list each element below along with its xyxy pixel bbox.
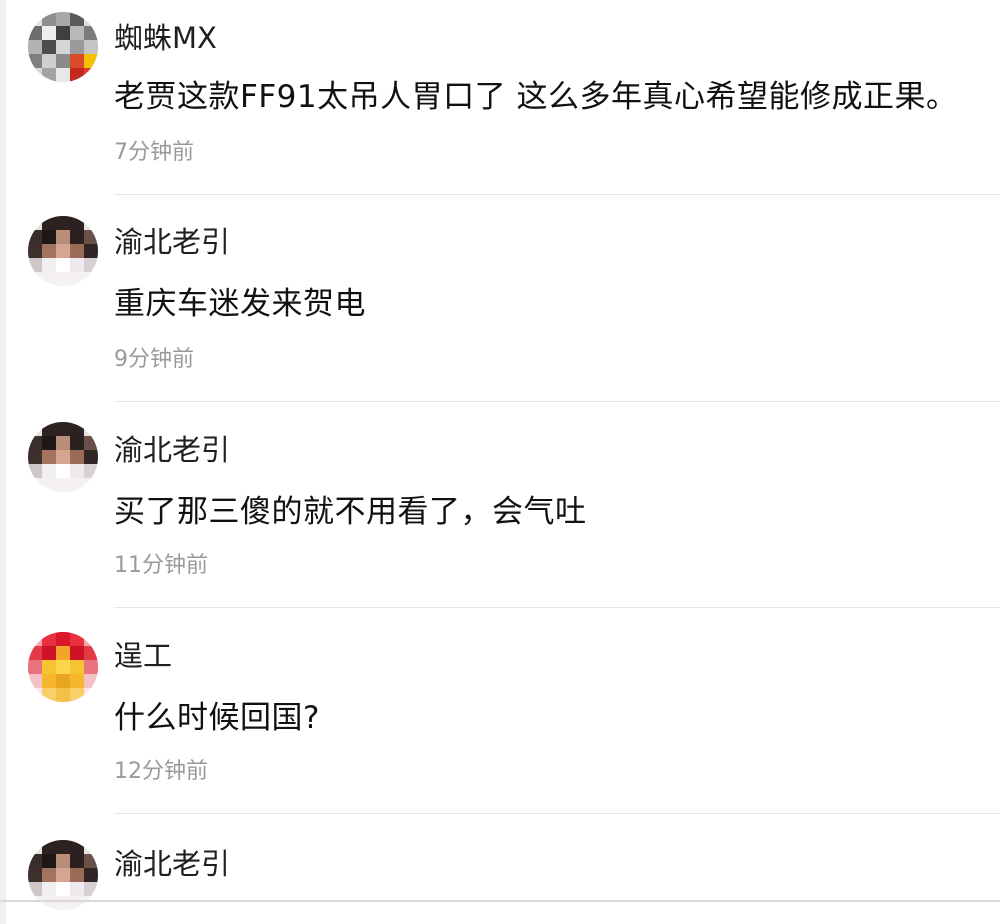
comment-item: 渝北老引 [0,814,1000,910]
list-bottom-divider [0,900,1000,902]
comment-text: 买了那三傻的就不用看了，会气吐 [114,494,587,530]
comment-item: 渝北老引 重庆车迷发来贺电 9分钟前 [0,196,1000,402]
comment-item: 逞工 什么时候回国? 12分钟前 [0,608,1000,814]
comment-text: 什么时候回国? [114,700,320,736]
comment-item: 蜘蛛MX 老贾这款FF91太吊人胃口了 这么多年真心希望能修成正果。 7分钟前 [0,0,1000,196]
pixelated-person-avatar-icon[interactable] [28,422,98,492]
comment-text: 老贾这款FF91太吊人胃口了 这么多年真心希望能修成正果。 [114,79,958,115]
pixelated-person-avatar-icon[interactable] [28,216,98,286]
comment-text: 重庆车迷发来贺电 [114,286,366,322]
comment-timestamp: 12分钟前 [114,759,208,784]
comment-list: 蜘蛛MX 老贾这款FF91太吊人胃口了 这么多年真心希望能修成正果。 7分钟前 [0,0,1000,924]
pixelated-gray-avatar-icon[interactable] [28,12,98,82]
comment-timestamp: 11分钟前 [114,553,208,578]
comment-username[interactable]: 蜘蛛MX [114,20,217,56]
pixelated-red-yellow-avatar-icon[interactable] [28,632,98,702]
comment-username[interactable]: 逞工 [114,638,172,674]
comment-username[interactable]: 渝北老引 [114,846,230,882]
comment-item: 渝北老引 买了那三傻的就不用看了，会气吐 11分钟前 [0,402,1000,608]
comment-username[interactable]: 渝北老引 [114,224,230,260]
comment-timestamp: 9分钟前 [114,347,194,372]
comment-divider [114,194,1000,195]
comment-timestamp: 7分钟前 [114,140,194,165]
comment-username[interactable]: 渝北老引 [114,432,230,468]
